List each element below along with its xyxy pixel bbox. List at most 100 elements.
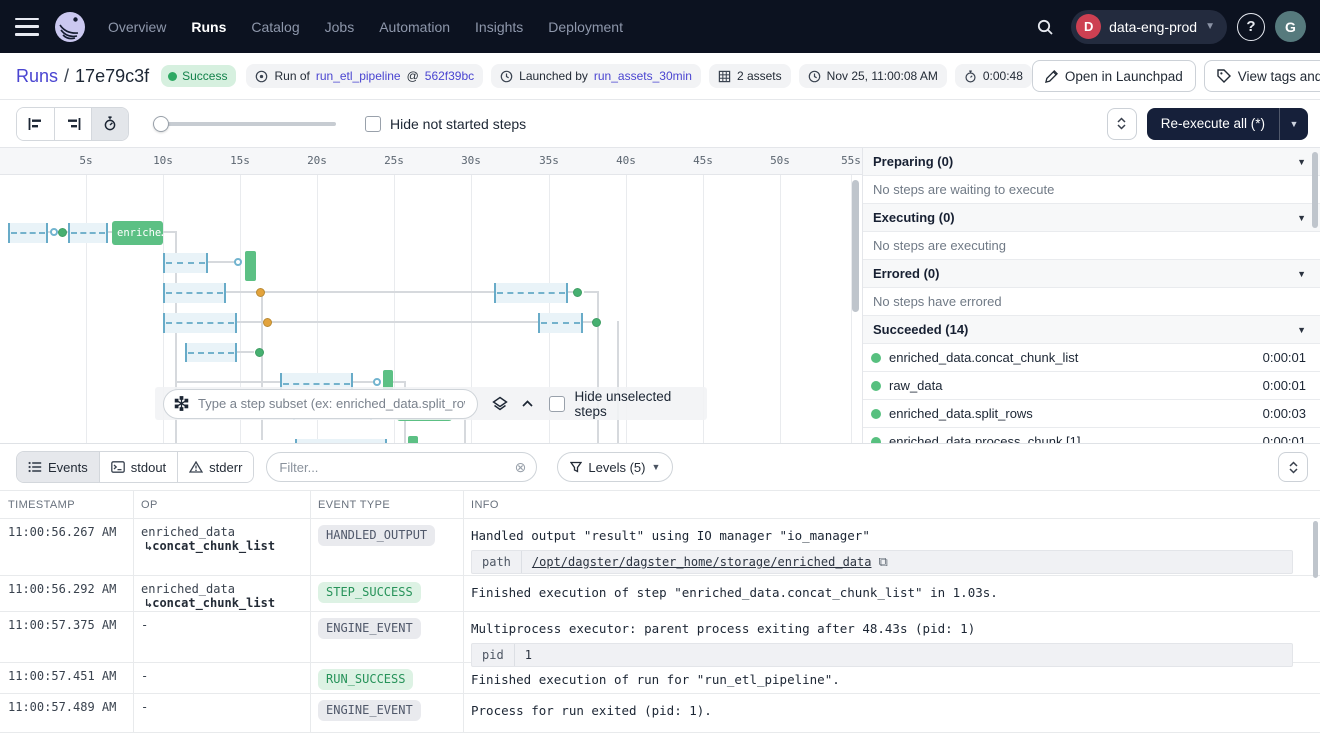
- gantt-waterfall-icon[interactable]: [54, 108, 91, 140]
- event-timestamp: 11:00:56.267 AM: [0, 519, 133, 580]
- nav-item-catalog[interactable]: Catalog: [251, 19, 299, 35]
- gantt-bar-pending[interactable]: [163, 253, 208, 273]
- metadata-path-link[interactable]: /opt/dagster/dagster_home/storage/enrich…: [532, 555, 872, 569]
- event-info-text: Multiprocess executor: parent process ex…: [471, 618, 1312, 637]
- tab-stderr[interactable]: stderr: [177, 452, 253, 482]
- gantt-open-dot: [50, 228, 58, 236]
- nav-item-automation[interactable]: Automation: [379, 19, 450, 35]
- section-header-executing[interactable]: Executing (0)▼: [863, 204, 1320, 232]
- event-info-text: Finished execution of step "enriched_dat…: [471, 582, 1312, 601]
- run-tag[interactable]: Nov 25, 11:00:08 AM: [799, 64, 947, 88]
- succeeded-step-row[interactable]: enriched_data.process_chunk [1]0:00:01: [863, 428, 1320, 443]
- breadcrumb-runs-link[interactable]: Runs: [16, 66, 58, 87]
- chevron-down-icon: ▼: [651, 462, 660, 472]
- breadcrumb: Runs / 17e79c3f: [16, 66, 149, 87]
- event-timestamp: 11:00:57.489 AM: [0, 694, 133, 732]
- gantt-time-axis: 5s10s15s20s25s30s35s40s45s50s55s: [0, 148, 862, 175]
- gantt-bar-pending[interactable]: [185, 343, 237, 362]
- user-avatar[interactable]: G: [1275, 11, 1306, 42]
- section-empty-text: No steps are waiting to execute: [863, 176, 1320, 204]
- hide-not-started-checkbox[interactable]: [365, 116, 381, 132]
- gantt-scrollbar-thumb[interactable]: [852, 180, 859, 312]
- event-log-row: 11:00:57.451 AM-RUN_SUCCESSFinished exec…: [0, 663, 1320, 694]
- steps-panel-scrollbar-thumb[interactable]: [1312, 152, 1318, 228]
- hide-unselected-label: Hide unselected steps: [574, 389, 707, 419]
- log-view-tabs: Eventsstdoutstderr: [16, 451, 254, 483]
- gantt-bar-pending[interactable]: [494, 283, 568, 303]
- event-log-scrollbar-thumb[interactable]: [1313, 521, 1318, 578]
- nav-item-insights[interactable]: Insights: [475, 19, 523, 35]
- pencil-icon: [1045, 70, 1058, 83]
- gantt-step-label-bar[interactable]: enriche…: [112, 221, 163, 245]
- tab-stdout[interactable]: stdout: [99, 452, 177, 482]
- gantt-view-segmented-control: [16, 107, 129, 141]
- tab-events[interactable]: Events: [17, 452, 99, 482]
- section-header-errored[interactable]: Errored (0)▼: [863, 260, 1320, 288]
- gantt-bar-success[interactable]: [245, 251, 256, 281]
- gantt-bar-pending[interactable]: [538, 313, 583, 333]
- levels-dropdown[interactable]: Levels (5) ▼: [557, 452, 673, 482]
- gantt-bar-pending[interactable]: [8, 223, 48, 243]
- step-success-dot-icon: [871, 409, 881, 419]
- main-nav-links: Overview Runs Catalog Jobs Automation Insight…: [108, 19, 623, 35]
- workspace-switcher[interactable]: D data-eng-prod ▼: [1071, 10, 1227, 44]
- re-execute-all-button[interactable]: Re-execute all (*) ▼: [1147, 108, 1308, 140]
- step-name: enriched_data.process_chunk [1]: [889, 434, 1081, 443]
- gantt-timed-icon[interactable]: [91, 108, 128, 140]
- hamburger-menu-icon[interactable]: [15, 18, 39, 36]
- nav-item-runs[interactable]: Runs: [191, 19, 226, 35]
- section-header-preparing[interactable]: Preparing (0)▼: [863, 148, 1320, 176]
- run-tag[interactable]: Run of run_etl_pipeline @ 562f39bc: [246, 64, 483, 88]
- step-success-dot-icon: [871, 353, 881, 363]
- help-icon[interactable]: ?: [1237, 13, 1265, 41]
- graph-layers-icon[interactable]: [492, 396, 508, 412]
- gantt-zoom-slider[interactable]: [153, 116, 336, 132]
- gantt-flatten-left-icon[interactable]: [17, 108, 54, 140]
- view-tags-config-button[interactable]: View tags and config: [1204, 60, 1320, 92]
- dagster-logo-icon[interactable]: [52, 9, 88, 45]
- event-log-table: TIMESTAMPOPEVENT TYPEINFO11:00:56.267 AM…: [0, 490, 1320, 733]
- log-filter-input[interactable]: [277, 459, 508, 476]
- tag-icon: [1217, 69, 1231, 83]
- nav-item-overview[interactable]: Overview: [108, 19, 166, 35]
- gantt-bar-pending[interactable]: [68, 223, 108, 243]
- run-tag[interactable]: Launched by run_assets_30min: [491, 64, 701, 88]
- axis-tick-label: 30s: [461, 154, 481, 167]
- gantt-bar-pending[interactable]: [163, 313, 237, 333]
- gantt-bar-pending[interactable]: [163, 283, 226, 303]
- hide-unselected-checkbox[interactable]: [549, 396, 565, 412]
- step-duration: 0:00:03: [1263, 406, 1306, 421]
- open-in-launchpad-button[interactable]: Open in Launchpad: [1032, 60, 1196, 92]
- event-type-badge: RUN_SUCCESS: [318, 669, 413, 690]
- succeeded-step-row[interactable]: raw_data0:00:01: [863, 372, 1320, 400]
- chevron-down-icon: ▼: [1297, 157, 1306, 167]
- log-panel-resize-button[interactable]: [1278, 452, 1308, 482]
- gantt-bar-pending[interactable]: [295, 439, 387, 443]
- succeeded-step-row[interactable]: enriched_data.concat_chunk_list0:00:01: [863, 344, 1320, 372]
- column-header-event-type: EVENT TYPE: [310, 499, 463, 511]
- re-execute-dropdown-caret[interactable]: ▼: [1279, 108, 1308, 140]
- event-info-text: Process for run exited (pid: 1).: [471, 700, 1312, 719]
- gantt-bar-success[interactable]: [408, 436, 418, 443]
- axis-tick-label: 55s: [841, 154, 861, 167]
- chevron-down-icon: ▼: [1297, 213, 1306, 223]
- succeeded-step-row[interactable]: enriched_data.split_rows0:00:03: [863, 400, 1320, 428]
- event-type-cell: RUN_SUCCESS: [310, 663, 463, 696]
- axis-tick-label: 10s: [153, 154, 173, 167]
- copy-icon[interactable]: ⧉: [878, 556, 887, 569]
- search-icon[interactable]: [1029, 11, 1061, 43]
- nav-item-deployment[interactable]: Deployment: [548, 19, 623, 35]
- clear-filter-icon[interactable]: ⊗: [515, 460, 527, 474]
- header-actions: Open in Launchpad View tags and config: [1032, 60, 1320, 92]
- section-header-succeeded[interactable]: Succeeded (14)▼: [863, 316, 1320, 344]
- axis-tick-label: 40s: [616, 154, 636, 167]
- axis-gridline: [86, 175, 87, 443]
- run-tag[interactable]: 2 assets: [709, 64, 791, 88]
- nav-item-jobs[interactable]: Jobs: [325, 19, 355, 35]
- run-tag[interactable]: 0:00:48: [955, 64, 1032, 88]
- slider-knob[interactable]: [153, 116, 169, 132]
- panel-resize-stepper-button[interactable]: [1107, 108, 1137, 140]
- step-subset-input[interactable]: [196, 395, 467, 412]
- event-type-badge: HANDLED_OUTPUT: [318, 525, 435, 546]
- collapse-chevron-icon[interactable]: [522, 400, 533, 407]
